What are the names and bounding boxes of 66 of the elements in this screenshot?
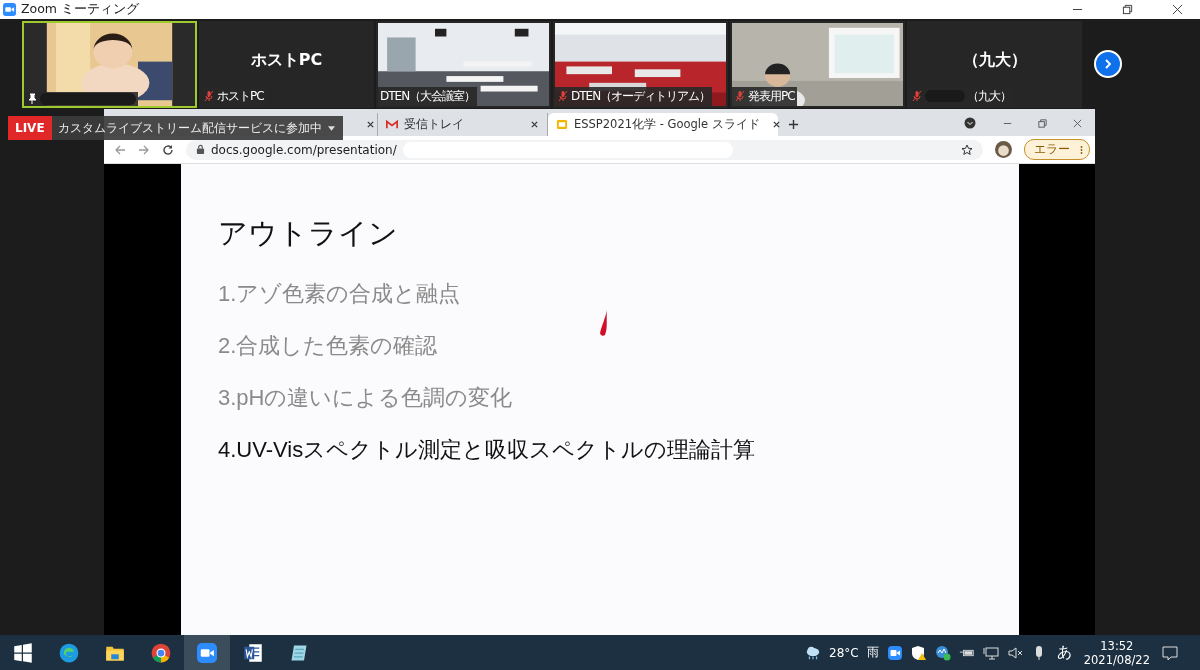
browser-tab[interactable]: ESSP2021化学 - Google スライド bbox=[548, 113, 778, 136]
video-tile[interactable]: DTEN（オーディトリアム） bbox=[553, 20, 728, 108]
restore-icon[interactable] bbox=[1122, 4, 1133, 15]
participant-name: （九大） bbox=[967, 87, 1011, 105]
browser-wave-icon bbox=[59, 642, 79, 663]
network-sync-icon[interactable] bbox=[934, 644, 951, 661]
outline-item: 1.アゾ色素の合成と融点 bbox=[218, 280, 461, 308]
tab-search-icon[interactable] bbox=[964, 117, 976, 129]
input-method-indicator[interactable]: あ bbox=[1056, 643, 1072, 662]
star-icon[interactable] bbox=[961, 143, 973, 156]
profile-error-button[interactable]: エラー bbox=[1024, 139, 1090, 160]
close-icon[interactable] bbox=[366, 120, 375, 129]
tab-title: ESSP2021化学 - Google スライド bbox=[574, 117, 760, 132]
url-text: docs.google.com/presentation/ bbox=[211, 142, 397, 157]
forward-icon[interactable] bbox=[138, 143, 150, 156]
video-tile[interactable]: ホストPC ホストPC bbox=[199, 20, 374, 108]
document-w-icon bbox=[243, 642, 263, 663]
live-stream-banner[interactable]: LIVE カスタムライブストリーム配信サービスに参加中 bbox=[8, 116, 343, 140]
close-icon[interactable] bbox=[530, 120, 539, 129]
outline-item: 4.UV-Visスペクトル測定と吸収スペクトルの理論計算 bbox=[218, 436, 756, 464]
caret-icon bbox=[327, 125, 335, 131]
outline-item: 2.合成した色素の確認 bbox=[218, 332, 438, 360]
video-camera-icon bbox=[197, 642, 217, 663]
close-icon[interactable] bbox=[1172, 4, 1183, 15]
participant-display-name: ホストPC bbox=[250, 49, 323, 71]
mail-icon bbox=[386, 119, 398, 130]
video-tile[interactable]: DTEN（大会議室） bbox=[376, 20, 551, 108]
notification-icon[interactable] bbox=[1162, 644, 1178, 661]
live-stream-status: カスタムライブストリーム配信サービスに参加中 bbox=[57, 119, 322, 137]
slide-title: アウトライン bbox=[218, 216, 398, 251]
live-badge: LIVE bbox=[8, 116, 52, 140]
chrome-icon bbox=[151, 642, 171, 663]
clock-time[interactable]: 13:52 bbox=[1100, 638, 1134, 653]
shield-warning-icon[interactable] bbox=[910, 644, 927, 661]
cloud-rain-icon[interactable] bbox=[805, 644, 822, 661]
back-icon[interactable] bbox=[114, 143, 126, 156]
video-tile[interactable]: （九大） （九大） bbox=[907, 20, 1082, 108]
slides-icon bbox=[556, 119, 568, 130]
speaker-muted-icon[interactable] bbox=[1006, 644, 1023, 661]
address-bar[interactable]: docs.google.com/presentation/ bbox=[186, 139, 983, 160]
outline-item: 3.pHの違いによる色調の変化 bbox=[218, 384, 513, 412]
participant-name: 発表用PC bbox=[748, 87, 795, 105]
taskbar-app-button[interactable] bbox=[184, 635, 230, 670]
participant-name: DTEN（大会議室） bbox=[380, 87, 476, 105]
reload-icon[interactable] bbox=[162, 143, 174, 156]
monitor-icon[interactable] bbox=[982, 644, 999, 661]
temperature: 28°C bbox=[829, 645, 859, 660]
next-page-button[interactable] bbox=[1094, 50, 1122, 78]
video-tile[interactable]: 発表用PC bbox=[730, 20, 905, 108]
chevron-right-icon bbox=[1102, 58, 1114, 70]
participant-name: DTEN（オーディトリアム） bbox=[571, 87, 711, 105]
laser-pointer-icon bbox=[599, 309, 609, 339]
weather-condition: 雨 bbox=[866, 644, 879, 661]
zoom-logo-icon bbox=[3, 3, 16, 16]
new-tab-icon[interactable] bbox=[788, 119, 799, 130]
participant-name: ホストPC bbox=[217, 87, 264, 105]
participant-display-name: （九大） bbox=[962, 49, 1027, 71]
window-title: Zoom ミーティング bbox=[21, 1, 139, 18]
close-icon[interactable] bbox=[771, 120, 781, 129]
profile-avatar-icon[interactable] bbox=[995, 141, 1012, 158]
more-icon bbox=[1080, 144, 1083, 155]
windows-logo-icon bbox=[13, 642, 33, 663]
video-camera-icon[interactable] bbox=[886, 644, 903, 661]
clock-date[interactable]: 2021/08/22 bbox=[1083, 652, 1150, 667]
lock-icon bbox=[196, 144, 205, 155]
tab-title: 受信トレイ bbox=[404, 117, 464, 132]
